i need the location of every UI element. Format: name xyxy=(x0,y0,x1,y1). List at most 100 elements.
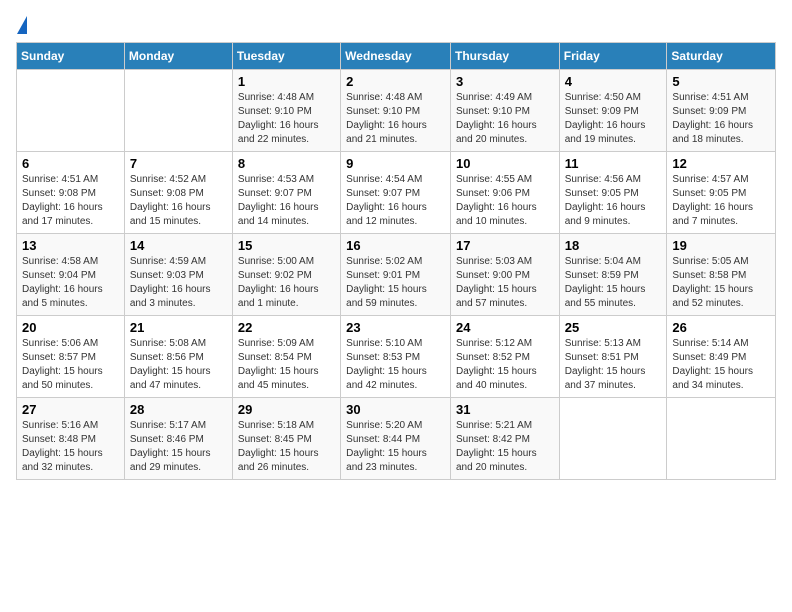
calendar-cell: 3 Sunrise: 4:49 AM Sunset: 9:10 PM Daylig… xyxy=(450,70,559,152)
day-number: 28 xyxy=(130,402,227,417)
calendar-week-row: 6 Sunrise: 4:51 AM Sunset: 9:08 PM Daylig… xyxy=(17,152,776,234)
day-number: 22 xyxy=(238,320,335,335)
day-number: 10 xyxy=(456,156,554,171)
day-number: 1 xyxy=(238,74,335,89)
calendar-cell: 15 Sunrise: 5:00 AM Sunset: 9:02 PM Dayli… xyxy=(232,234,340,316)
header xyxy=(16,16,776,34)
day-header-sunday: Sunday xyxy=(17,43,125,70)
calendar-cell: 24 Sunrise: 5:12 AM Sunset: 8:52 PM Dayli… xyxy=(450,316,559,398)
calendar-cell: 22 Sunrise: 5:09 AM Sunset: 8:54 PM Dayli… xyxy=(232,316,340,398)
calendar-cell xyxy=(667,398,776,480)
logo xyxy=(16,16,27,34)
calendar-cell: 21 Sunrise: 5:08 AM Sunset: 8:56 PM Dayli… xyxy=(124,316,232,398)
day-number: 29 xyxy=(238,402,335,417)
day-info: Sunrise: 4:59 AM Sunset: 9:03 PM Dayligh… xyxy=(130,255,227,311)
day-number: 26 xyxy=(672,320,770,335)
calendar-cell: 1 Sunrise: 4:48 AM Sunset: 9:10 PM Daylig… xyxy=(232,70,340,152)
day-info: Sunrise: 5:03 AM Sunset: 9:00 PM Dayligh… xyxy=(456,255,554,311)
day-info: Sunrise: 4:51 AM Sunset: 9:08 PM Dayligh… xyxy=(22,173,119,229)
day-number: 21 xyxy=(130,320,227,335)
day-number: 16 xyxy=(346,238,445,253)
calendar-cell: 12Sunrise: 4:57 AM Sunset: 9:05 PM Dayli… xyxy=(667,152,776,234)
day-info: Sunrise: 4:48 AM Sunset: 9:10 PM Dayligh… xyxy=(346,91,445,147)
day-number: 11 xyxy=(565,156,662,171)
day-number: 25 xyxy=(565,320,662,335)
day-number: 9 xyxy=(346,156,445,171)
calendar-cell: 6 Sunrise: 4:51 AM Sunset: 9:08 PM Daylig… xyxy=(17,152,125,234)
day-info: Sunrise: 4:56 AM Sunset: 9:05 PM Dayligh… xyxy=(565,173,662,229)
calendar-cell: 10 Sunrise: 4:55 AM Sunset: 9:06 PM Dayli… xyxy=(450,152,559,234)
calendar-cell: 20 Sunrise: 5:06 AM Sunset: 8:57 PM Dayli… xyxy=(17,316,125,398)
calendar-week-row: 13 Sunrise: 4:58 AM Sunset: 9:04 PM Dayli… xyxy=(17,234,776,316)
day-number: 17 xyxy=(456,238,554,253)
calendar-week-row: 1 Sunrise: 4:48 AM Sunset: 9:10 PM Daylig… xyxy=(17,70,776,152)
day-number: 23 xyxy=(346,320,445,335)
day-info: Sunrise: 5:02 AM Sunset: 9:01 PM Dayligh… xyxy=(346,255,445,311)
day-info: Sunrise: 4:53 AM Sunset: 9:07 PM Dayligh… xyxy=(238,173,335,229)
calendar-header-row: SundayMondayTuesdayWednesdayThursdayFrid… xyxy=(17,43,776,70)
day-info: Sunrise: 5:10 AM Sunset: 8:53 PM Dayligh… xyxy=(346,337,445,393)
day-info: Sunrise: 4:49 AM Sunset: 9:10 PM Dayligh… xyxy=(456,91,554,147)
day-header-saturday: Saturday xyxy=(667,43,776,70)
calendar-cell: 14 Sunrise: 4:59 AM Sunset: 9:03 PM Dayli… xyxy=(124,234,232,316)
day-number: 3 xyxy=(456,74,554,89)
calendar-cell: 19 Sunrise: 5:05 AM Sunset: 8:58 PM Dayli… xyxy=(667,234,776,316)
day-info: Sunrise: 5:04 AM Sunset: 8:59 PM Dayligh… xyxy=(565,255,662,311)
day-number: 24 xyxy=(456,320,554,335)
calendar-cell: 13 Sunrise: 4:58 AM Sunset: 9:04 PM Dayli… xyxy=(17,234,125,316)
day-number: 12 xyxy=(672,156,770,171)
calendar-cell: 26 Sunrise: 5:14 AM Sunset: 8:49 PM Dayli… xyxy=(667,316,776,398)
day-info: Sunrise: 5:21 AM Sunset: 8:42 PM Dayligh… xyxy=(456,419,554,475)
calendar-cell: 31 Sunrise: 5:21 AM Sunset: 8:42 PM Dayli… xyxy=(450,398,559,480)
day-number: 13 xyxy=(22,238,119,253)
day-number: 31 xyxy=(456,402,554,417)
day-header-friday: Friday xyxy=(559,43,667,70)
day-info: Sunrise: 4:50 AM Sunset: 9:09 PM Dayligh… xyxy=(565,91,662,147)
calendar-cell: 5 Sunrise: 4:51 AM Sunset: 9:09 PM Daylig… xyxy=(667,70,776,152)
day-info: Sunrise: 4:51 AM Sunset: 9:09 PM Dayligh… xyxy=(672,91,770,147)
day-header-tuesday: Tuesday xyxy=(232,43,340,70)
day-number: 20 xyxy=(22,320,119,335)
day-info: Sunrise: 4:48 AM Sunset: 9:10 PM Dayligh… xyxy=(238,91,335,147)
day-info: Sunrise: 5:14 AM Sunset: 8:49 PM Dayligh… xyxy=(672,337,770,393)
logo-icon xyxy=(17,16,27,34)
day-number: 4 xyxy=(565,74,662,89)
day-number: 30 xyxy=(346,402,445,417)
calendar-cell: 27Sunrise: 5:16 AM Sunset: 8:48 PM Dayli… xyxy=(17,398,125,480)
calendar-cell xyxy=(17,70,125,152)
day-info: Sunrise: 4:52 AM Sunset: 9:08 PM Dayligh… xyxy=(130,173,227,229)
day-number: 6 xyxy=(22,156,119,171)
day-number: 2 xyxy=(346,74,445,89)
day-info: Sunrise: 5:06 AM Sunset: 8:57 PM Dayligh… xyxy=(22,337,119,393)
calendar-week-row: 20 Sunrise: 5:06 AM Sunset: 8:57 PM Dayli… xyxy=(17,316,776,398)
day-info: Sunrise: 5:20 AM Sunset: 8:44 PM Dayligh… xyxy=(346,419,445,475)
calendar: SundayMondayTuesdayWednesdayThursdayFrid… xyxy=(16,42,776,480)
day-info: Sunrise: 5:08 AM Sunset: 8:56 PM Dayligh… xyxy=(130,337,227,393)
day-info: Sunrise: 5:17 AM Sunset: 8:46 PM Dayligh… xyxy=(130,419,227,475)
calendar-week-row: 27Sunrise: 5:16 AM Sunset: 8:48 PM Dayli… xyxy=(17,398,776,480)
day-number: 15 xyxy=(238,238,335,253)
day-number: 18 xyxy=(565,238,662,253)
day-number: 5 xyxy=(672,74,770,89)
day-info: Sunrise: 5:09 AM Sunset: 8:54 PM Dayligh… xyxy=(238,337,335,393)
day-info: Sunrise: 5:05 AM Sunset: 8:58 PM Dayligh… xyxy=(672,255,770,311)
calendar-cell: 4 Sunrise: 4:50 AM Sunset: 9:09 PM Daylig… xyxy=(559,70,667,152)
day-header-thursday: Thursday xyxy=(450,43,559,70)
calendar-cell: 30 Sunrise: 5:20 AM Sunset: 8:44 PM Dayli… xyxy=(341,398,451,480)
day-number: 14 xyxy=(130,238,227,253)
calendar-cell: 7Sunrise: 4:52 AM Sunset: 9:08 PM Daylig… xyxy=(124,152,232,234)
day-info: Sunrise: 4:55 AM Sunset: 9:06 PM Dayligh… xyxy=(456,173,554,229)
calendar-cell xyxy=(124,70,232,152)
day-info: Sunrise: 5:00 AM Sunset: 9:02 PM Dayligh… xyxy=(238,255,335,311)
calendar-cell: 25Sunrise: 5:13 AM Sunset: 8:51 PM Dayli… xyxy=(559,316,667,398)
calendar-cell: 9Sunrise: 4:54 AM Sunset: 9:07 PM Daylig… xyxy=(341,152,451,234)
calendar-cell: 16 Sunrise: 5:02 AM Sunset: 9:01 PM Dayli… xyxy=(341,234,451,316)
day-number: 19 xyxy=(672,238,770,253)
day-number: 27 xyxy=(22,402,119,417)
day-info: Sunrise: 5:18 AM Sunset: 8:45 PM Dayligh… xyxy=(238,419,335,475)
day-header-monday: Monday xyxy=(124,43,232,70)
day-info: Sunrise: 4:58 AM Sunset: 9:04 PM Dayligh… xyxy=(22,255,119,311)
day-header-wednesday: Wednesday xyxy=(341,43,451,70)
day-info: Sunrise: 5:12 AM Sunset: 8:52 PM Dayligh… xyxy=(456,337,554,393)
calendar-cell: 8Sunrise: 4:53 AM Sunset: 9:07 PM Daylig… xyxy=(232,152,340,234)
